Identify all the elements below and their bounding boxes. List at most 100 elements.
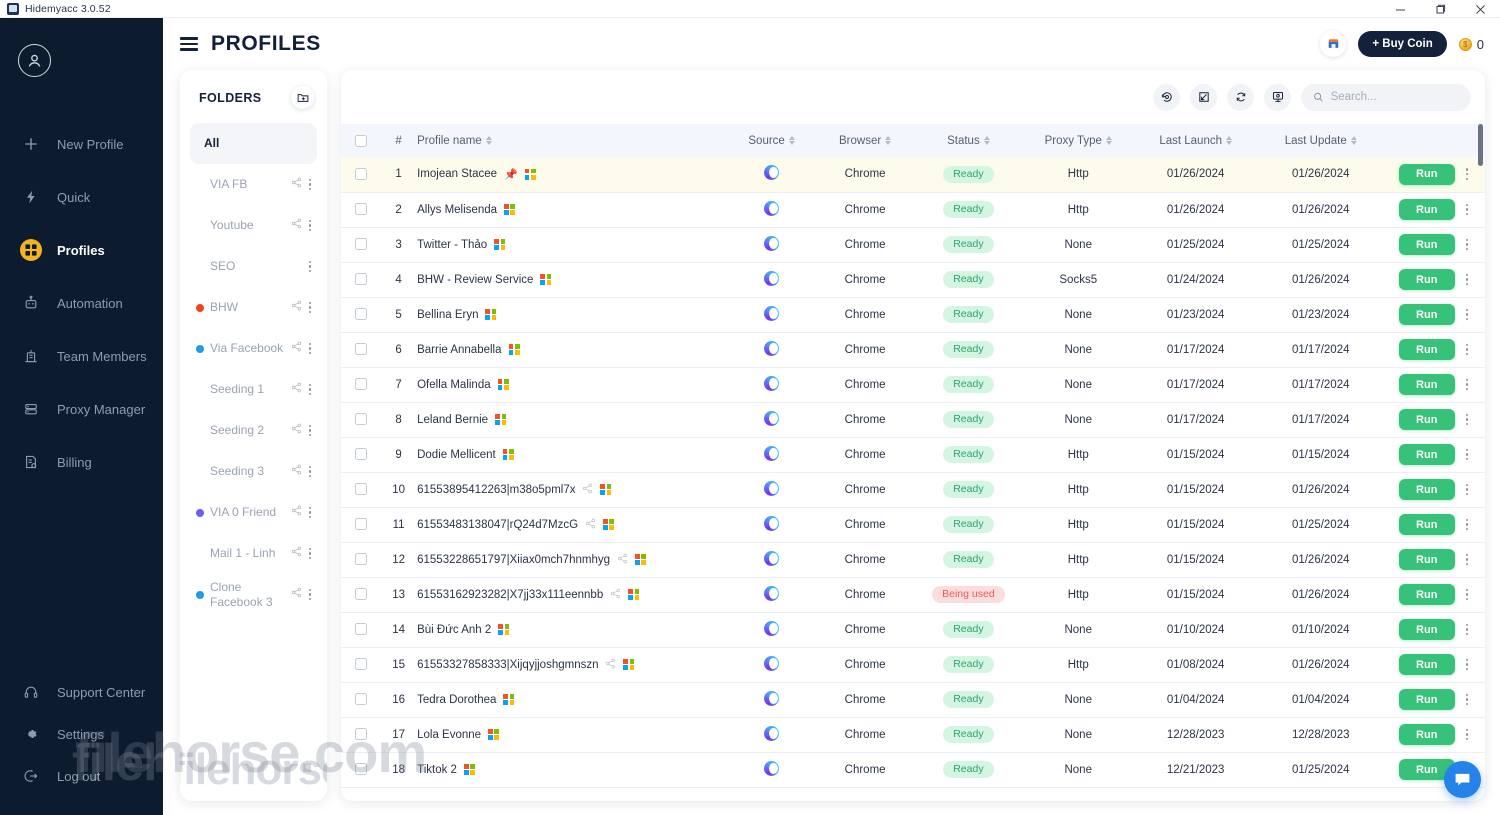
table-row[interactable]: 13 61553162923282|X7jj33x111eennbb Chrome B… [341, 577, 1485, 613]
share-icon[interactable] [291, 587, 302, 601]
table-row[interactable]: 17 Lola Evonne Chrome Ready None 12/28/2023 12… [341, 717, 1485, 753]
th-last-update[interactable]: Last Update [1256, 124, 1385, 157]
row-more-icon[interactable] [1463, 691, 1471, 709]
table-row[interactable]: 9 Dodie Mellicent Chrome Ready Http 01/15/202… [341, 437, 1485, 473]
row-more-icon[interactable] [1463, 411, 1471, 429]
folder-more-icon[interactable] [307, 587, 313, 602]
share-icon[interactable] [610, 588, 621, 602]
row-more-icon[interactable] [1463, 201, 1471, 219]
row-checkbox[interactable] [354, 378, 367, 391]
row-more-icon[interactable] [1463, 236, 1471, 254]
share-icon[interactable] [291, 546, 302, 560]
run-button[interactable]: Run [1398, 689, 1455, 710]
folder-more-icon[interactable] [307, 300, 313, 315]
row-checkbox[interactable] [354, 588, 367, 601]
folder-more-icon[interactable] [307, 546, 313, 561]
row-more-icon[interactable] [1463, 341, 1471, 359]
row-more-icon[interactable] [1463, 726, 1471, 744]
folder-more-icon[interactable] [307, 177, 313, 192]
row-checkbox[interactable] [354, 693, 367, 706]
sort-icon[interactable] [485, 136, 492, 145]
th-status[interactable]: Status [915, 124, 1022, 157]
row-more-icon[interactable] [1463, 306, 1471, 324]
share-icon[interactable] [291, 505, 302, 519]
run-button[interactable]: Run [1398, 444, 1455, 465]
row-checkbox[interactable] [354, 763, 367, 776]
folder-item[interactable]: Seeding 3 [190, 451, 317, 492]
run-button[interactable]: Run [1398, 584, 1455, 605]
th-proxy-type[interactable]: Proxy Type [1021, 124, 1135, 157]
folder-item[interactable]: All [190, 123, 317, 164]
row-more-icon[interactable] [1463, 656, 1471, 674]
table-row[interactable]: 1 Imojean Stacee 📌 Chrome Ready Http 01/26/202… [341, 157, 1485, 193]
folder-item[interactable]: Seeding 1 [190, 369, 317, 410]
table-row[interactable]: 11 61553483138047|rQ24d7MzcG Chrome Ready Ht… [341, 507, 1485, 543]
row-more-icon[interactable] [1463, 586, 1471, 604]
table-row[interactable]: 14 Bùi Đức Anh 2 Chrome Ready None 01/10/2024… [341, 612, 1485, 648]
run-button[interactable]: Run [1398, 479, 1455, 500]
folder-item[interactable]: VIA 0 Friend [190, 492, 317, 533]
row-checkbox[interactable] [354, 343, 367, 356]
th-source[interactable]: Source [728, 124, 816, 157]
sort-icon[interactable] [1226, 136, 1232, 145]
row-more-icon[interactable] [1463, 446, 1471, 464]
share-icon[interactable] [291, 218, 302, 232]
run-button[interactable]: Run [1398, 269, 1455, 290]
share-icon[interactable] [617, 553, 628, 567]
sidebar-item-settings[interactable]: Settings [0, 713, 163, 755]
table-row[interactable]: 3 Twitter - Thảo Chrome Ready None 01/25/2024… [341, 227, 1485, 263]
run-button[interactable]: Run [1398, 619, 1455, 640]
th-browser[interactable]: Browser [815, 124, 916, 157]
share-icon[interactable] [291, 341, 302, 355]
run-button[interactable]: Run [1398, 409, 1455, 430]
folder-more-icon[interactable] [307, 341, 313, 356]
sync-icon[interactable] [1227, 83, 1254, 111]
share-icon[interactable] [582, 483, 593, 497]
run-button[interactable]: Run [1398, 339, 1455, 360]
table-row[interactable]: 2 Allys Melisenda Chrome Ready Http 01/26/202… [341, 192, 1485, 228]
folder-more-icon[interactable] [307, 259, 313, 274]
sidebar-item-quick[interactable]: Quick [0, 176, 163, 218]
table-row[interactable]: 7 Ofella Malinda Chrome Ready None 01/17/2024… [341, 367, 1485, 403]
run-button[interactable]: Run [1398, 654, 1455, 675]
row-checkbox[interactable] [354, 518, 367, 531]
folder-item[interactable]: Clone Facebook 3 [190, 574, 317, 615]
sidebar-item-support-center[interactable]: Support Center [0, 671, 163, 713]
row-checkbox[interactable] [354, 168, 367, 181]
table-row[interactable]: 18 Tiktok 2 Chrome Ready None 12/21/2023 01/25… [341, 752, 1485, 788]
share-icon[interactable] [605, 658, 616, 672]
table-row[interactable]: 8 Leland Bernie Chrome Ready None 01/17/2024 0… [341, 402, 1485, 438]
table-row[interactable]: 6 Barrie Annabella Chrome Ready None 01/17/20… [341, 332, 1485, 368]
sidebar-item-proxy-manager[interactable]: Proxy Manager [0, 388, 163, 430]
row-more-icon[interactable] [1463, 376, 1471, 394]
store-icon[interactable] [1320, 31, 1347, 57]
th-last-launch[interactable]: Last Launch [1134, 124, 1257, 157]
sort-icon[interactable] [1350, 136, 1357, 145]
minimize-button[interactable] [1380, 0, 1420, 18]
row-checkbox[interactable] [354, 413, 367, 426]
row-checkbox[interactable] [354, 483, 367, 496]
history-restore-icon[interactable] [1153, 83, 1180, 111]
folder-item[interactable]: Youtube [190, 205, 317, 246]
sort-icon[interactable] [983, 136, 990, 145]
table-row[interactable]: 12 61553228651797|Xiiax0mch7hnmhyg Chrome R… [341, 542, 1485, 578]
add-folder-icon[interactable] [291, 86, 314, 109]
row-checkbox[interactable] [354, 448, 367, 461]
run-button[interactable]: Run [1398, 549, 1455, 570]
folder-more-icon[interactable] [307, 423, 313, 438]
folder-more-icon[interactable] [307, 464, 313, 479]
sidebar-item-billing[interactable]: Billing [0, 441, 163, 483]
run-button[interactable]: Run [1398, 199, 1455, 220]
row-more-icon[interactable] [1463, 621, 1471, 639]
sidebar-item-team-members[interactable]: Team Members [0, 335, 163, 377]
share-icon[interactable] [291, 464, 302, 478]
row-checkbox[interactable] [354, 238, 367, 251]
folder-more-icon[interactable] [307, 505, 313, 520]
share-icon[interactable] [585, 518, 596, 532]
buy-coin-button[interactable]: + Buy Coin [1358, 31, 1447, 57]
sidebar-item-log-out[interactable]: Log out [0, 755, 163, 797]
folder-item[interactable]: SEO [190, 246, 317, 287]
share-icon[interactable] [291, 382, 302, 396]
folder-more-icon[interactable] [307, 382, 313, 397]
row-checkbox[interactable] [354, 553, 367, 566]
